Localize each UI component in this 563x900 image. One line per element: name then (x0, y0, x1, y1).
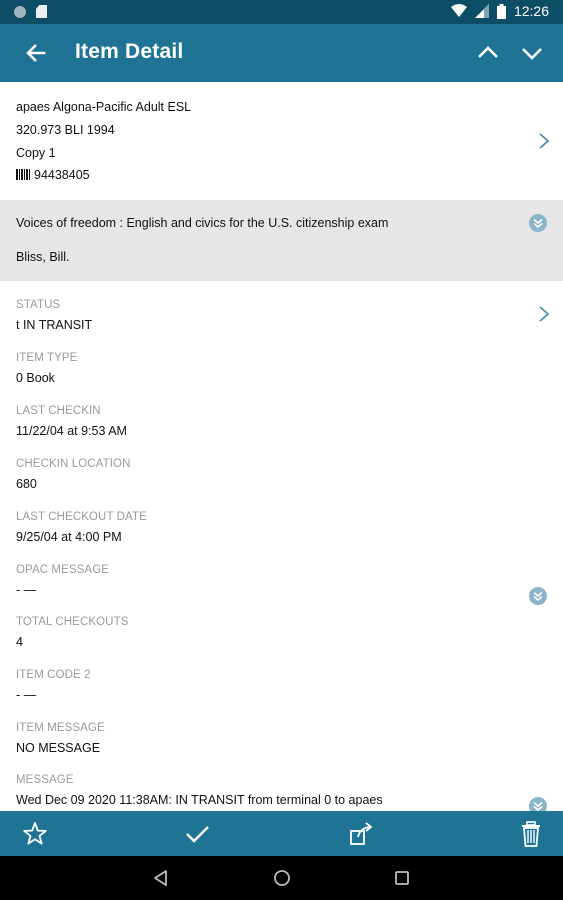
last-checkin-value: 11/22/04 at 9:53 AM (16, 424, 127, 438)
checkin-location-value: 680 (16, 477, 37, 491)
chevron-right-icon[interactable] (536, 305, 552, 323)
item-summary[interactable]: apaes Algona-Pacific Adult ESL 320.973 B… (0, 82, 563, 200)
back-triangle-icon[interactable] (151, 868, 171, 888)
last-checkout-label: LAST CHECKOUT DATE (16, 511, 147, 523)
chevron-down-icon[interactable] (518, 39, 546, 67)
open-external-icon[interactable] (348, 820, 376, 848)
chevron-up-icon[interactable] (474, 39, 502, 67)
item-code-2-value: - — (16, 688, 37, 702)
item-message-label: ITEM MESSAGE (16, 722, 105, 734)
bib-info: Voices of freedom : English and civics f… (0, 200, 563, 281)
expand-icon[interactable] (529, 587, 547, 605)
copy-number: Copy 1 (16, 146, 56, 160)
sd-card-icon (36, 5, 47, 18)
star-icon[interactable] (21, 820, 49, 848)
item-type-value: 0 Book (16, 371, 55, 385)
home-circle-icon[interactable] (272, 868, 292, 888)
page-title: Item Detail (75, 40, 184, 63)
message-value: Wed Dec 09 2020 11:38AM: IN TRANSIT from… (16, 793, 383, 807)
expand-icon[interactable] (529, 214, 547, 232)
last-checkin-label: LAST CHECKIN (16, 405, 101, 417)
back-arrow-icon[interactable] (22, 39, 50, 67)
battery-icon (496, 3, 506, 19)
item-location: apaes Algona-Pacific Adult ESL (16, 100, 192, 114)
total-checkouts-label: TOTAL CHECKOUTS (16, 616, 129, 628)
signal-icon (474, 4, 489, 18)
checkmark-icon[interactable] (183, 820, 211, 848)
bib-author: Bliss, Bill. (16, 250, 70, 264)
item-message-value: NO MESSAGE (16, 741, 101, 755)
opac-message-value: - — (16, 583, 37, 597)
opac-message-label: OPAC MESSAGE (16, 564, 110, 576)
last-checkout-value: 9/25/04 at 4:00 PM (16, 530, 122, 544)
barcode-value: 94438405 (34, 168, 90, 182)
call-number: 320.973 BLI 1994 (16, 123, 115, 137)
clock: 12:26 (513, 3, 549, 19)
bottom-toolbar (0, 811, 563, 856)
checkin-location-label: CHECKIN LOCATION (16, 458, 131, 470)
status-label: STATUS (16, 299, 61, 311)
wifi-icon (450, 4, 467, 17)
system-navigation-bar (0, 856, 563, 900)
barcode-icon (16, 169, 31, 180)
trash-icon[interactable] (517, 820, 545, 848)
app-bar: Item Detail (0, 24, 563, 82)
circle-notification-icon (14, 5, 26, 18)
status-bar: 12:26 (0, 0, 563, 24)
item-type-label: ITEM TYPE (16, 352, 78, 364)
total-checkouts-value: 4 (16, 635, 23, 649)
chevron-right-icon[interactable] (536, 132, 552, 150)
message-label: MESSAGE (16, 774, 74, 786)
recents-square-icon[interactable] (392, 868, 412, 888)
barcode-line: 94438405 (16, 168, 90, 182)
item-code-2-label: ITEM CODE 2 (16, 669, 91, 681)
status-value[interactable]: t IN TRANSIT (16, 318, 92, 332)
bib-title: Voices of freedom : English and civics f… (16, 216, 389, 230)
